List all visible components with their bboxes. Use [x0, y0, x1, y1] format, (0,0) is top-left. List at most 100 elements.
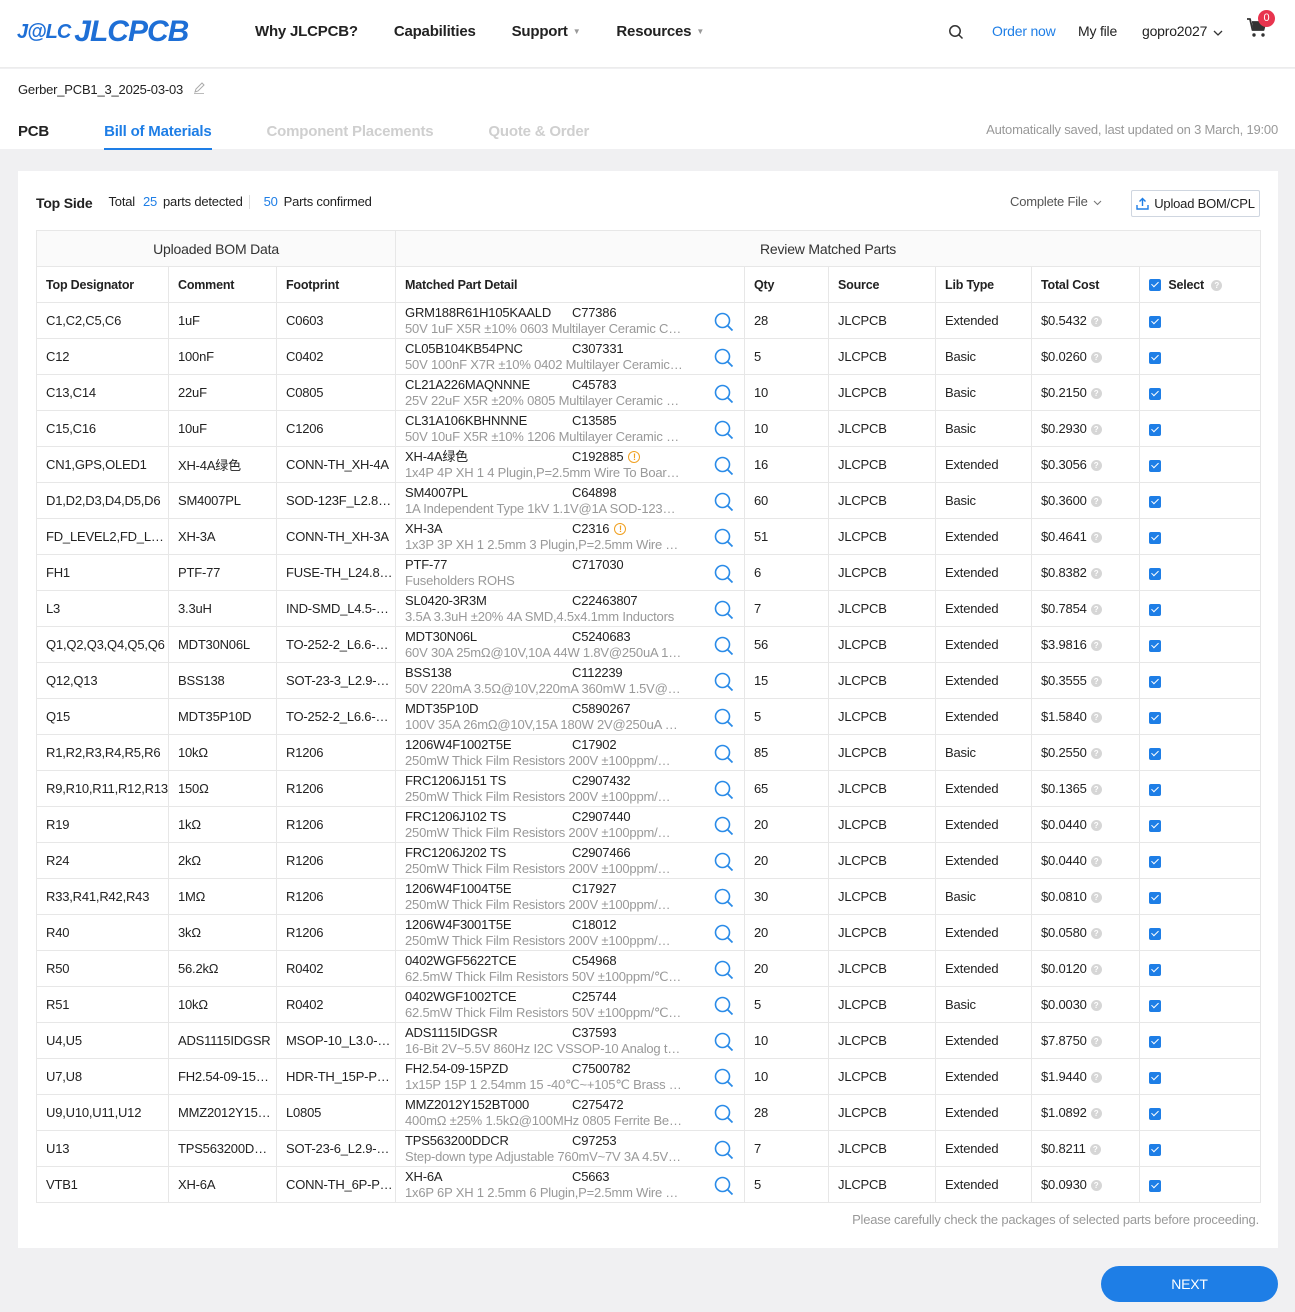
search-icon[interactable]: [948, 24, 964, 43]
row-select-checkbox[interactable]: [1149, 1035, 1162, 1048]
search-part-icon[interactable]: [714, 816, 734, 839]
row-select-checkbox[interactable]: [1149, 783, 1162, 796]
search-part-icon[interactable]: [714, 384, 734, 407]
row-select-checkbox[interactable]: [1149, 999, 1162, 1012]
help-icon[interactable]: ?: [1090, 568, 1102, 580]
help-icon[interactable]: ?: [1090, 1180, 1102, 1192]
help-icon[interactable]: ?: [1090, 748, 1102, 760]
row-select-checkbox[interactable]: [1149, 387, 1162, 400]
search-part-icon[interactable]: [714, 456, 734, 479]
help-icon[interactable]: ?: [1090, 1036, 1102, 1048]
search-part-icon[interactable]: [714, 600, 734, 623]
tab-step[interactable]: Bill of Materials: [104, 123, 212, 150]
nav-item[interactable]: Capabilities: [394, 23, 476, 40]
help-icon[interactable]: ?: [1089, 1144, 1101, 1156]
row-select-checkbox[interactable]: [1149, 495, 1162, 508]
search-part-icon[interactable]: [714, 492, 734, 515]
help-icon[interactable]: ?: [1090, 928, 1102, 940]
search-part-icon[interactable]: [714, 1032, 734, 1055]
search-part-icon[interactable]: [714, 564, 734, 587]
row-select-checkbox[interactable]: [1149, 675, 1162, 688]
row-select-checkbox[interactable]: [1149, 315, 1162, 328]
help-icon[interactable]: ?: [1090, 352, 1102, 364]
help-icon[interactable]: ?: [1090, 532, 1102, 544]
help-icon[interactable]: ?: [1090, 892, 1102, 904]
tab-step[interactable]: PCB: [18, 123, 49, 150]
search-part-icon[interactable]: [714, 528, 734, 551]
help-icon[interactable]: ?: [1090, 1072, 1102, 1084]
warning-icon[interactable]: !: [614, 522, 627, 535]
row-select-checkbox[interactable]: [1149, 855, 1162, 868]
select-cell: [1139, 914, 1262, 951]
help-icon[interactable]: ?: [1090, 424, 1102, 436]
search-part-icon[interactable]: [714, 636, 734, 659]
help-icon[interactable]: ?: [1090, 1108, 1102, 1120]
row-select-checkbox[interactable]: [1149, 423, 1162, 436]
cost-value: $0.2930: [1041, 421, 1087, 436]
order-now-link[interactable]: Order now: [992, 23, 1056, 39]
help-icon[interactable]: ?: [1090, 496, 1102, 508]
row-select-checkbox[interactable]: [1149, 1179, 1162, 1192]
row-select-checkbox[interactable]: [1149, 747, 1162, 760]
upload-bom-cpl-button[interactable]: Upload BOM/CPL: [1131, 190, 1260, 217]
help-icon[interactable]: ?: [1090, 388, 1102, 400]
nav-item[interactable]: Support ▼: [512, 23, 581, 40]
search-part-icon[interactable]: [714, 1176, 734, 1199]
row-select-checkbox[interactable]: [1149, 603, 1162, 616]
nav-item[interactable]: Resources ▼: [616, 23, 704, 40]
row-select-checkbox[interactable]: [1149, 639, 1162, 652]
search-part-icon[interactable]: [714, 1068, 734, 1091]
help-icon[interactable]: ?: [1090, 712, 1102, 724]
search-part-icon[interactable]: [714, 960, 734, 983]
row-select-checkbox[interactable]: [1149, 531, 1162, 544]
search-part-icon[interactable]: [714, 888, 734, 911]
search-part-icon[interactable]: [714, 420, 734, 443]
help-icon[interactable]: ?: [1090, 316, 1102, 328]
warning-icon[interactable]: !: [628, 450, 641, 463]
row-select-checkbox[interactable]: [1149, 927, 1162, 940]
search-part-icon[interactable]: [714, 1140, 734, 1163]
row-select-checkbox[interactable]: [1149, 459, 1162, 472]
help-icon[interactable]: ?: [1090, 964, 1102, 976]
cart-count-badge: 0: [1258, 10, 1275, 27]
help-icon[interactable]: ?: [1090, 676, 1102, 688]
row-select-checkbox[interactable]: [1149, 351, 1162, 364]
help-icon[interactable]: ?: [1090, 640, 1102, 652]
search-part-icon[interactable]: [714, 708, 734, 731]
row-select-checkbox[interactable]: [1149, 1071, 1162, 1084]
search-part-icon[interactable]: [714, 744, 734, 767]
row-select-checkbox[interactable]: [1149, 963, 1162, 976]
my-file-link[interactable]: My file: [1078, 23, 1117, 39]
nav-item[interactable]: Why JLCPCB?: [255, 23, 358, 40]
search-part-icon[interactable]: [714, 924, 734, 947]
qty-cell: 10: [744, 410, 830, 447]
help-icon[interactable]: ?: [1090, 460, 1102, 472]
search-part-icon[interactable]: [714, 672, 734, 695]
row-select-checkbox[interactable]: [1149, 567, 1162, 580]
row-select-checkbox[interactable]: [1149, 1143, 1162, 1156]
help-icon[interactable]: ?: [1090, 1000, 1102, 1012]
jlcpcb-logo[interactable]: J@LC JLCPCB: [17, 14, 189, 50]
complete-file-dropdown[interactable]: Complete File: [1010, 194, 1102, 209]
row-select-checkbox[interactable]: [1149, 891, 1162, 904]
help-icon[interactable]: ?: [1090, 604, 1102, 616]
row-select-checkbox[interactable]: [1149, 819, 1162, 832]
help-icon[interactable]: ?: [1090, 820, 1102, 832]
row-select-checkbox[interactable]: [1149, 1107, 1162, 1120]
row-select-checkbox[interactable]: [1149, 711, 1162, 724]
search-part-icon[interactable]: [714, 852, 734, 875]
search-part-icon[interactable]: [714, 312, 734, 335]
user-menu[interactable]: gopro2027: [1142, 23, 1223, 39]
select-all-checkbox[interactable]: [1149, 279, 1162, 292]
next-button[interactable]: NEXT: [1101, 1266, 1278, 1302]
edit-pencil-icon[interactable]: [193, 82, 205, 97]
help-icon[interactable]: ?: [1090, 784, 1102, 796]
search-part-icon[interactable]: [714, 780, 734, 803]
matched-part-cell: FRC1206J202 TS C2907466 250mW Thick Film R…: [395, 842, 746, 879]
help-icon[interactable]: ?: [1211, 279, 1223, 291]
help-icon[interactable]: ?: [1090, 856, 1102, 868]
source-cell: JLCPCB: [828, 1022, 937, 1059]
search-part-icon[interactable]: [714, 996, 734, 1019]
search-part-icon[interactable]: [714, 348, 734, 371]
search-part-icon[interactable]: [714, 1104, 734, 1127]
